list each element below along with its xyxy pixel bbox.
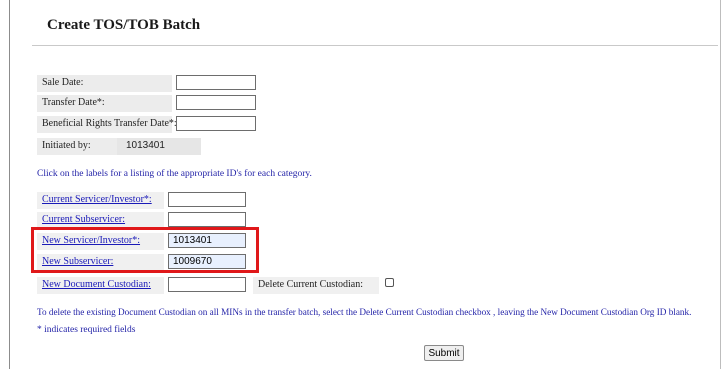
new-servicer-investor-link[interactable]: New Servicer/Investor*: — [37, 233, 164, 250]
title-divider — [32, 45, 718, 46]
new-subservicer-link[interactable]: New Subservicer: — [37, 254, 164, 271]
new-document-custodian-input[interactable] — [168, 277, 246, 292]
sale-date-input[interactable] — [176, 75, 256, 90]
new-servicer-investor-input[interactable] — [168, 233, 246, 248]
initiated-by-cell: 1013401 — [117, 138, 201, 155]
beneficial-rights-transfer-date-input[interactable] — [176, 116, 256, 131]
transfer-date-input[interactable] — [176, 95, 256, 110]
current-servicer-investor-link[interactable]: Current Servicer/Investor*: — [37, 192, 164, 209]
delete-custodian-instructions: To delete the existing Document Custodia… — [37, 307, 692, 317]
new-document-custodian-link[interactable]: New Document Custodian: — [37, 277, 164, 294]
submit-button[interactable]: Submit — [424, 345, 464, 361]
new-subservicer-input[interactable] — [168, 254, 246, 269]
page-title: Create TOS/TOB Batch — [47, 17, 201, 33]
page-left-border — [9, 0, 10, 369]
required-fields-note: * indicates required fields — [37, 325, 136, 335]
delete-current-custodian-label: Delete Current Custodian: — [253, 277, 379, 294]
current-subservicer-link[interactable]: Current Subservicer: — [37, 212, 164, 229]
current-servicer-investor-input[interactable] — [168, 192, 246, 207]
beneficial-rights-transfer-date-label: Beneficial Rights Transfer Date*: — [37, 116, 177, 133]
initiated-by-label: Initiated by: — [37, 138, 117, 155]
sale-date-label: Sale Date: — [37, 75, 172, 92]
labels-hint-text: Click on the labels for a listing of the… — [37, 169, 312, 179]
page-right-border — [720, 0, 721, 369]
transfer-date-label: Transfer Date*: — [37, 95, 172, 112]
initiated-by-value: 1013401 — [126, 140, 165, 151]
current-subservicer-input[interactable] — [168, 212, 246, 227]
delete-current-custodian-checkbox[interactable] — [385, 278, 394, 287]
